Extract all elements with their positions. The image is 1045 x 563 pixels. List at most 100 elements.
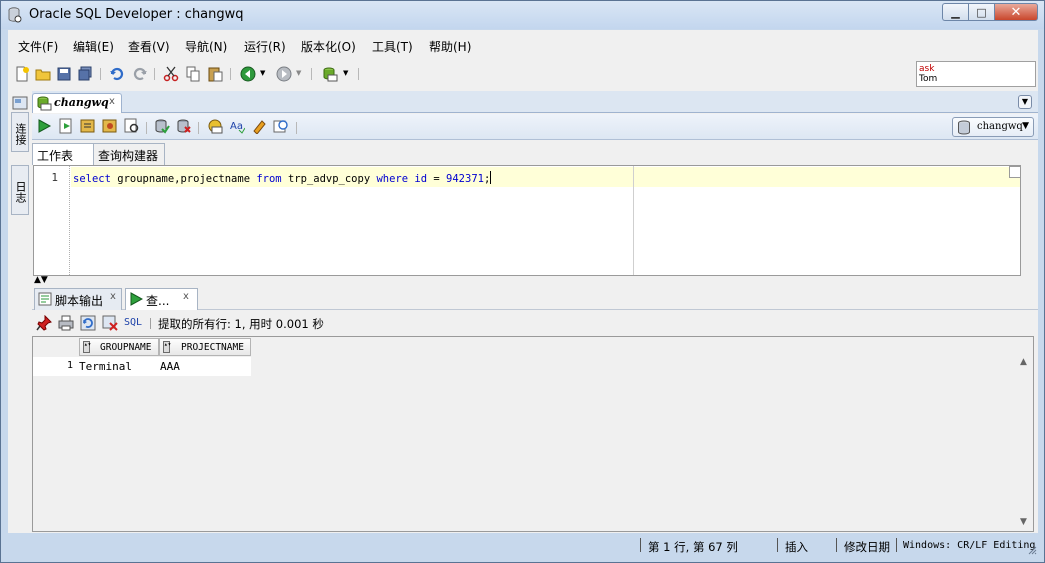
app-window: Oracle SQL Developer : changwq ▁ □ ✕ 文件(… [0,0,1045,563]
cell-projectname[interactable]: AAA [160,360,180,373]
save-icon[interactable] [56,66,72,82]
connections-panel-icon[interactable] [12,96,28,110]
tab-changwq[interactable]: changwq x [32,93,122,113]
print-icon[interactable] [58,315,74,331]
close-tab-icon[interactable]: x [183,291,189,302]
sql-history-icon[interactable] [273,118,289,134]
worksheet-area: Aa changwq ▼ 工作表 查询构建器 1 select groupnam… [32,114,1038,532]
pin-icon[interactable] [36,315,52,331]
close-tab-icon[interactable]: x [110,291,116,302]
scroll-down-icon[interactable]: ▼ [1020,517,1027,527]
autotrace-icon[interactable] [80,118,96,134]
cut-icon[interactable] [163,66,179,82]
back-icon[interactable] [240,66,256,82]
sql-keyword: id [414,173,428,185]
tab-worksheet[interactable]: 工作表 [32,143,94,165]
right-margin-line [633,166,634,275]
tab-script-output[interactable]: 脚本输出 x [34,288,122,310]
main-area: 文件(F) 编辑(E) 查看(V) 导航(N) 运行(R) 版本化(O) 工具(… [8,30,1038,557]
sort-icon[interactable]: ▴▾ [83,341,91,353]
copy-icon[interactable] [185,66,201,82]
refresh-icon[interactable] [80,315,96,331]
sql-tuning-icon[interactable] [124,118,140,134]
maximize-icon: □ [976,5,987,19]
sql-editor[interactable]: 1 select groupname,projectname from trp_… [33,165,1021,276]
worksheet-dropdown-icon[interactable]: ▼ [343,69,348,77]
maximize-button[interactable]: □ [968,3,994,21]
resize-grip-icon[interactable] [1027,545,1037,555]
sql-link[interactable]: SQL [124,317,142,328]
forward-dropdown-icon[interactable]: ▼ [296,69,301,77]
row-number: 1 [66,360,73,371]
menu-file[interactable]: 文件(F) [18,38,58,55]
modified-status: 修改日期 [844,540,890,554]
minimize-icon: ▁ [951,5,960,19]
tab-query-result[interactable]: 查... x [125,288,198,310]
sql-worksheet-tab-icon [37,96,52,111]
to-upper-lower-icon[interactable]: Aa [229,118,245,134]
open-icon[interactable] [35,66,51,82]
sql-number: 942371 [446,173,484,185]
connection-select[interactable]: changwq ▼ [952,117,1034,137]
run-result-icon [130,292,143,306]
sql-worksheet-icon[interactable] [322,66,338,82]
save-all-icon[interactable] [77,66,93,82]
title-bar[interactable]: Oracle SQL Developer : changwq ▁ □ ✕ [1,1,1044,29]
sort-icon[interactable]: ▴▾ [163,341,171,353]
sql-developer-icon [8,7,22,23]
column-header-groupname[interactable]: ▴▾ GROUPNAME [79,338,159,356]
tab-connections[interactable]: 连接 [11,112,29,152]
menu-view[interactable]: 查看(V) [128,38,170,55]
menu-tools[interactable]: 工具(T) [372,38,413,55]
menu-help[interactable]: 帮助(H) [429,38,471,55]
back-dropdown-icon[interactable]: ▼ [260,69,265,77]
table-row[interactable]: 1 Terminal AAA [33,357,251,376]
explain-plan-icon[interactable] [102,118,118,134]
pane-splitter[interactable]: ▲▼ [32,275,1038,285]
scroll-up-icon[interactable]: ▲ [1020,357,1027,367]
unshared-worksheet-icon[interactable] [207,118,223,134]
column-header-projectname[interactable]: ▴▾ PROJECTNAME [159,338,251,356]
close-button[interactable]: ✕ [994,3,1038,21]
database-icon [958,120,970,135]
rollback-icon[interactable] [176,118,192,134]
ask-tom-search[interactable]: ask Tom [916,61,1036,87]
toolbar-separator [146,122,147,134]
close-tab-icon[interactable]: x [109,96,115,107]
undo-icon[interactable] [109,66,125,82]
menu-versioning[interactable]: 版本化(O) [301,38,356,55]
paste-icon[interactable] [207,66,223,82]
results-scrollbar[interactable]: ▲ ▼ [1017,337,1033,531]
editor-scrollbar[interactable] [1022,165,1038,276]
sql-code-line[interactable]: select groupname,projectname from trp_ad… [73,171,492,185]
fetch-status: 提取的所有行: 1, 用时 0.001 秒 [158,317,324,331]
run-statement-icon[interactable] [36,118,52,134]
redo-icon[interactable] [132,66,148,82]
sql-text: trp_advp_copy [281,173,377,185]
close-icon: ✕ [1010,4,1022,20]
menu-navigate[interactable]: 导航(N) [185,38,227,55]
minimize-button[interactable]: ▁ [942,3,968,21]
menu-run[interactable]: 运行(R) [244,38,286,55]
cell-groupname[interactable]: Terminal [79,360,132,373]
text-caret [490,171,492,184]
status-separator [896,538,897,552]
window-title: Oracle SQL Developer : changwq [29,7,244,22]
result-toolbar: SQL 提取的所有行: 1, 用时 0.001 秒 [32,311,1038,335]
splitter-arrows-icon[interactable]: ▲▼ [34,275,48,285]
clear-icon[interactable] [251,118,267,134]
tab-reports[interactable]: 日志 [11,165,29,215]
cursor-position: 第 1 行, 第 67 列 [648,540,738,554]
cancel-query-icon[interactable] [102,315,118,331]
new-icon[interactable] [14,66,30,82]
forward-icon[interactable] [276,66,292,82]
run-script-icon[interactable] [58,118,74,134]
tab-query-builder[interactable]: 查询构建器 [93,143,165,165]
toolbar-separator [154,68,155,80]
menu-edit[interactable]: 编辑(E) [73,38,114,55]
worksheet-toolbar: Aa changwq ▼ [32,114,1038,140]
commit-icon[interactable] [154,118,170,134]
tabs-dropdown-icon[interactable]: ▼ [1018,95,1032,109]
main-toolbar: ▼ ▼ ▼ [8,61,1038,87]
window-controls: ▁ □ ✕ [942,3,1038,23]
